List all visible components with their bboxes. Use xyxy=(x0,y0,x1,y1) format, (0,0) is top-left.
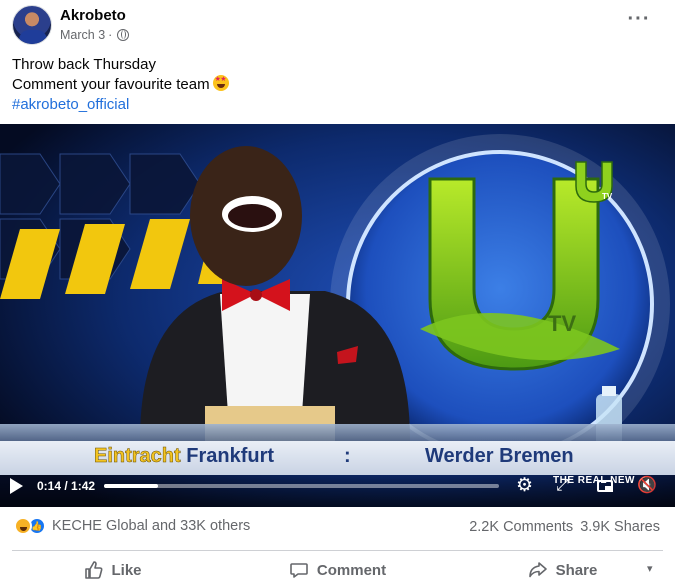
shares-count[interactable]: 3.9K Shares xyxy=(580,519,660,535)
play-icon[interactable] xyxy=(10,478,23,494)
post-date[interactable]: March 3 xyxy=(60,28,105,42)
reactors-text[interactable]: KECHE Global and 33K others xyxy=(52,518,250,534)
comment-label: Comment xyxy=(316,561,387,579)
comment-icon xyxy=(290,563,308,578)
divider xyxy=(12,550,663,551)
settings-gear-icon[interactable]: ⚙ xyxy=(516,476,533,496)
star-struck-emoji-icon xyxy=(212,75,229,91)
ticker-home-team: Eintracht Frankfurt xyxy=(94,445,274,468)
share-label: Share xyxy=(555,561,598,579)
fullscreen-icon[interactable]: ⤢ xyxy=(556,476,569,496)
like-button[interactable]: Like xyxy=(0,554,225,586)
audience-dropdown-icon[interactable]: ▾ xyxy=(647,562,661,576)
reaction-summary[interactable]: 👍 KECHE Global and 33K others xyxy=(14,517,250,535)
svg-text:TV: TV xyxy=(602,192,613,201)
author-avatar[interactable] xyxy=(12,5,52,45)
post-text-line-1: Throw back Thursday xyxy=(12,56,156,73)
engagement-counts: 2.2K Comments 3.9K Shares xyxy=(469,519,660,535)
progress-fill xyxy=(104,484,158,488)
more-options-icon[interactable]: ··· xyxy=(623,9,655,34)
post-header: Akrobeto March 3 · ··· xyxy=(0,0,675,52)
video-player[interactable]: TV TV Eintracht Frankfurt : Werder Breme… xyxy=(0,124,675,507)
video-time: 0:14 / 1:42 xyxy=(37,479,96,493)
comments-count[interactable]: 2.2K Comments xyxy=(469,519,573,535)
ticker-home-team-first: Eintracht xyxy=(94,445,181,468)
post-meta: March 3 · xyxy=(60,28,130,42)
svg-text:TV: TV xyxy=(548,311,576,336)
ticker-home-team-second: Frankfurt xyxy=(186,445,275,467)
comment-button[interactable]: Comment xyxy=(225,554,450,586)
like-label: Like xyxy=(111,561,142,579)
ticker-separator: : xyxy=(344,445,351,467)
hashtag-link[interactable]: #akrobeto_official xyxy=(12,95,229,115)
haha-reaction-icon xyxy=(14,517,32,535)
post-text-line-2: Comment your favourite team xyxy=(12,75,229,95)
picture-in-picture-icon[interactable] xyxy=(597,480,613,492)
action-bar: Like Comment Share xyxy=(0,554,675,586)
ticker-away-team: Werder Bremen xyxy=(425,445,574,467)
share-arrow-icon xyxy=(528,562,547,578)
progress-track[interactable] xyxy=(104,484,499,488)
globe-icon xyxy=(117,29,130,41)
post-text: Throw back Thursday Comment your favouri… xyxy=(12,55,229,115)
thumbs-up-icon xyxy=(85,561,103,579)
score-ticker: Eintracht Frankfurt : Werder Bremen xyxy=(0,441,675,475)
share-button[interactable]: Share xyxy=(450,554,675,586)
meta-separator: · xyxy=(108,28,113,42)
author-name[interactable]: Akrobeto xyxy=(60,7,126,24)
volume-muted-icon[interactable]: 🔇 xyxy=(637,476,657,496)
